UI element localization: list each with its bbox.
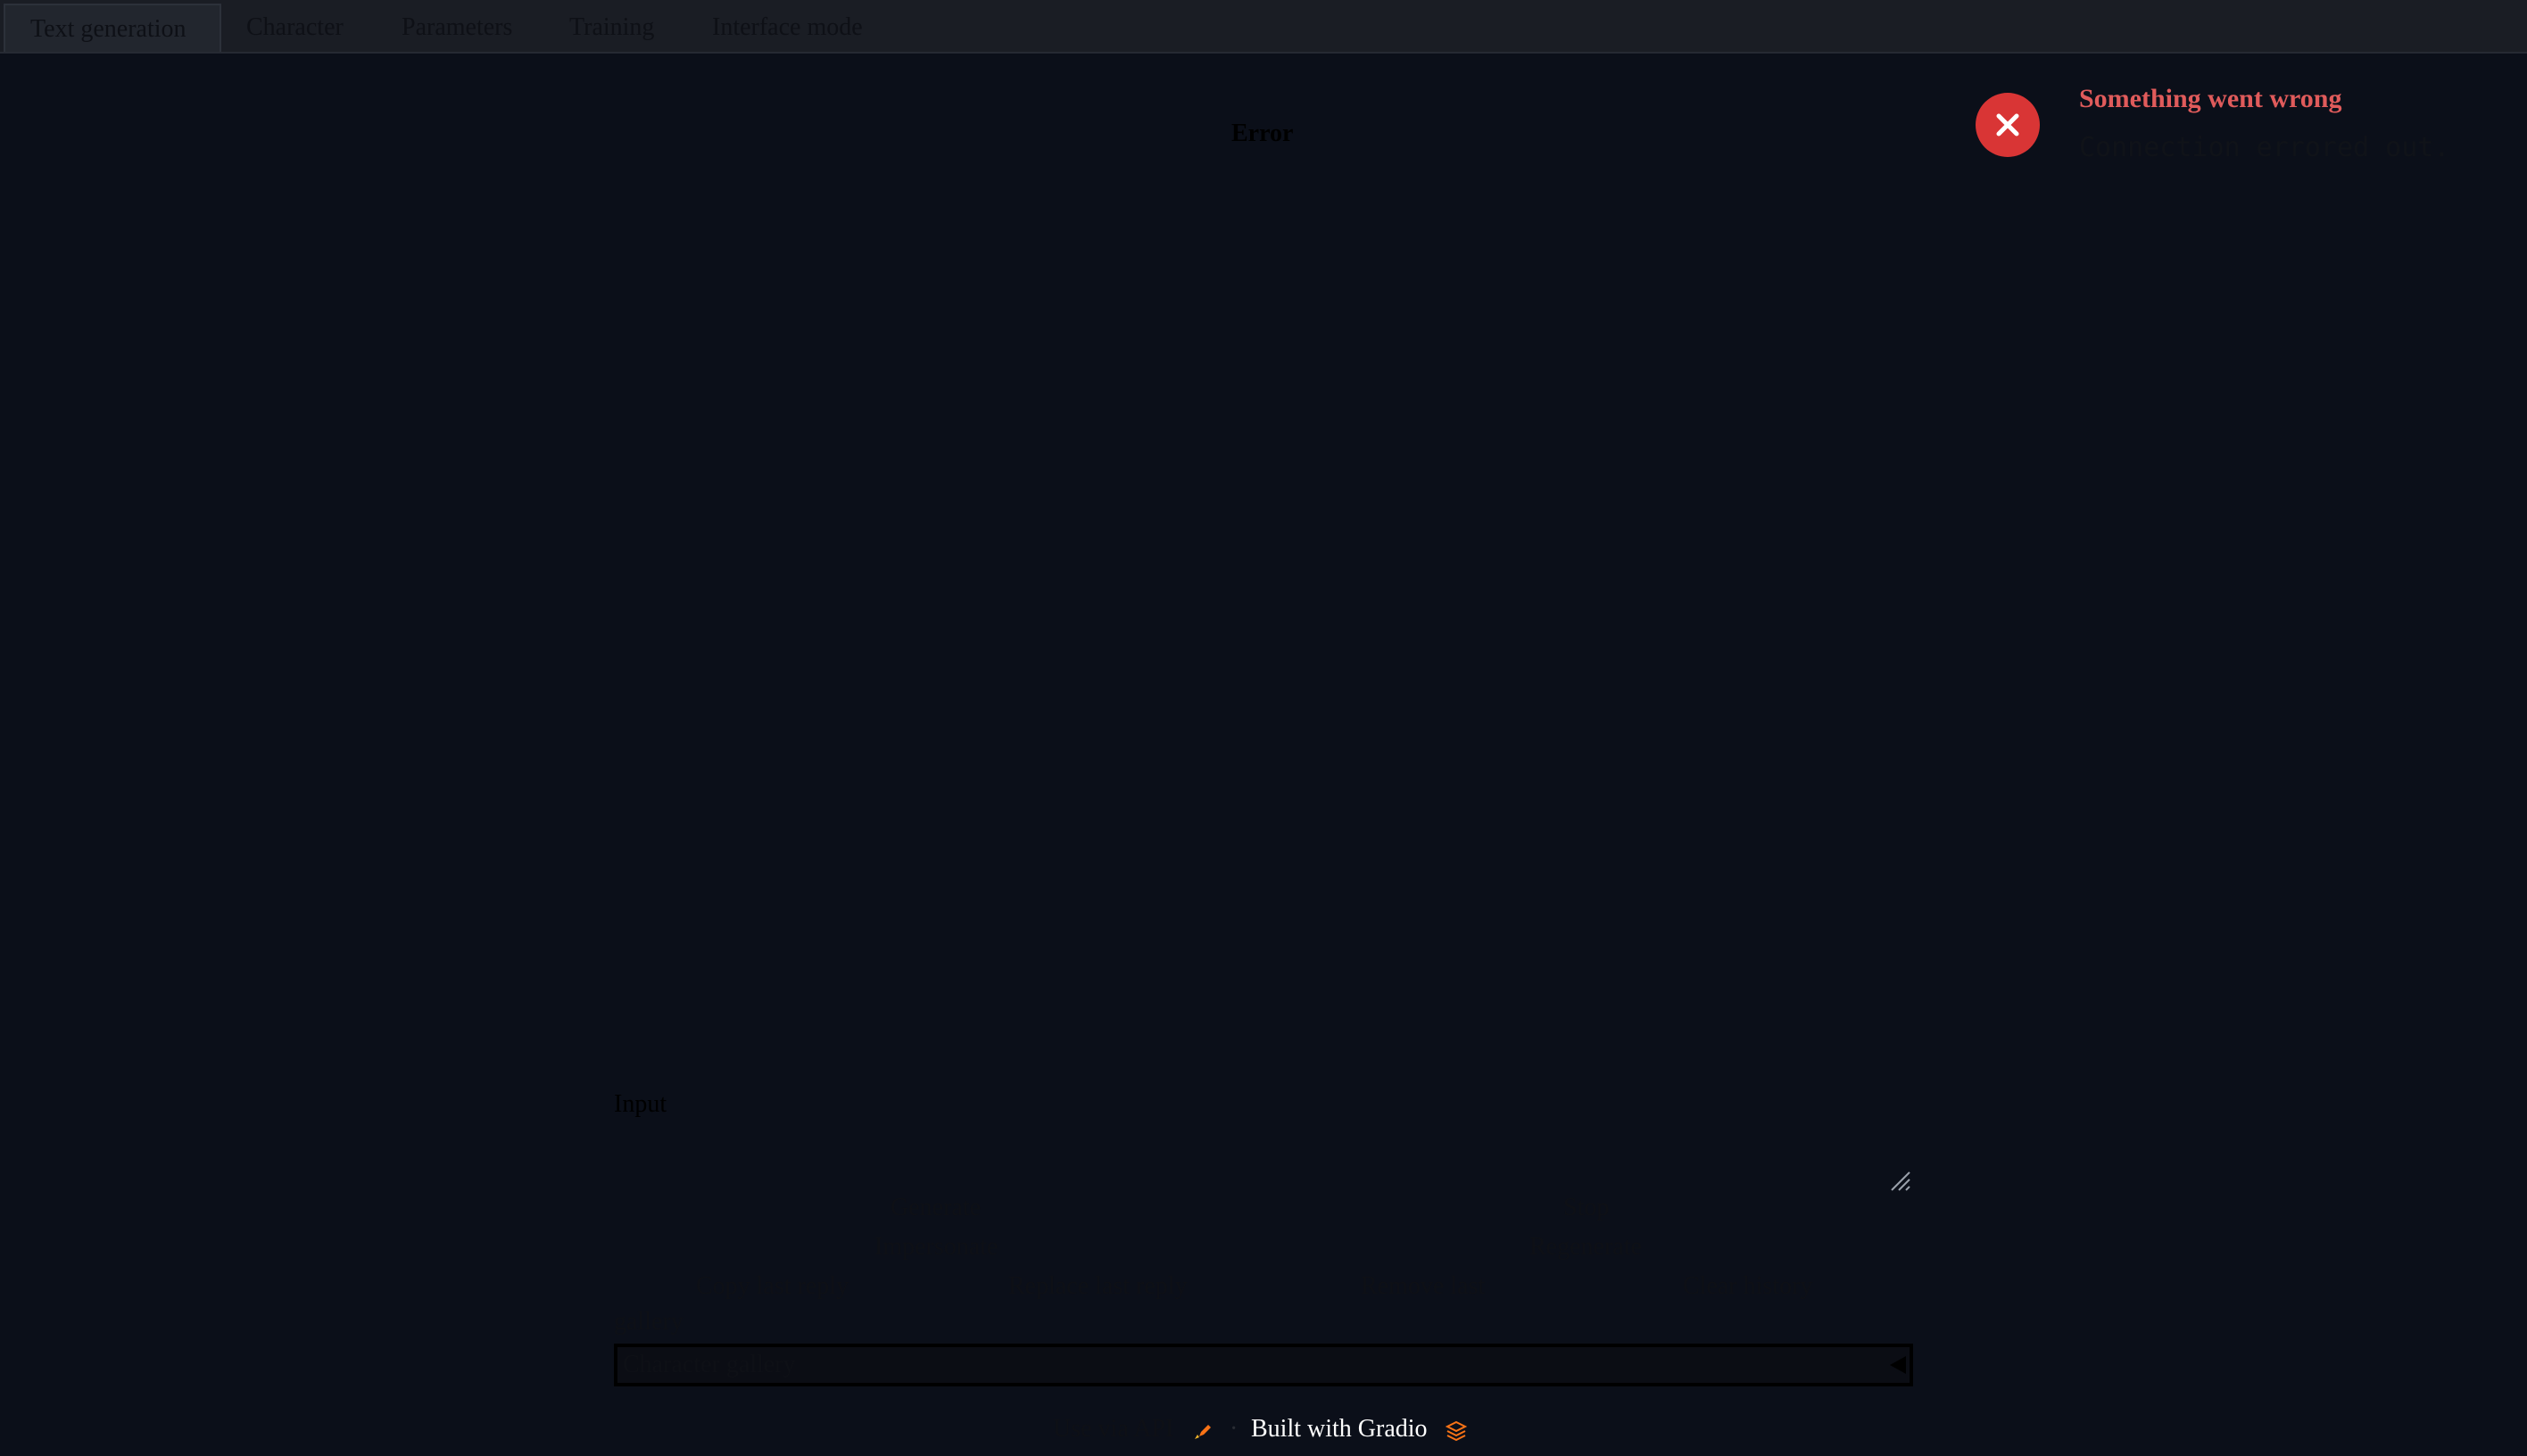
- tab-parameters[interactable]: Parameters: [377, 4, 537, 52]
- impersonate-button[interactable]: Impersonate: [874, 1233, 998, 1262]
- toast-message: Connection errored out.: [2079, 132, 2450, 163]
- tab-interface-mode[interactable]: Interface mode: [687, 4, 888, 52]
- gradio-logo-icon: [1446, 1420, 1467, 1442]
- character-gallery-accordion[interactable]: Character gallery: [614, 1344, 1913, 1386]
- copy-last-reply-button[interactable]: Copy last reply: [696, 1272, 849, 1301]
- error-close-icon[interactable]: [1976, 93, 2040, 157]
- resize-handle-icon[interactable]: [1888, 1169, 1911, 1192]
- character-gallery-label: Character gallery: [623, 1351, 796, 1378]
- tab-training[interactable]: Training: [544, 4, 679, 52]
- replace-last-reply-button[interactable]: Replace last reply: [1008, 1272, 1188, 1301]
- collapse-arrow-icon[interactable]: [1890, 1356, 1906, 1374]
- clear-history-button[interactable]: Clear history: [1683, 1272, 1812, 1301]
- regenerate-button[interactable]: Regenerate: [1529, 1233, 1642, 1262]
- tab-character[interactable]: Character: [221, 4, 369, 52]
- generate-button[interactable]: Generate: [891, 1194, 981, 1222]
- input-label: Input: [614, 1090, 667, 1118]
- remove-last-button[interactable]: Remove last: [1361, 1272, 1485, 1301]
- tab-text-generation[interactable]: Text generation: [4, 4, 221, 52]
- stop-button[interactable]: Stop: [1563, 1194, 1609, 1222]
- toast-title: Something went wrong: [2079, 84, 2342, 113]
- built-with-gradio-link[interactable]: Built with Gradio: [1251, 1415, 1428, 1444]
- chat-title: Error: [1231, 120, 1294, 147]
- rocket-icon: [1195, 1425, 1211, 1439]
- use-via-api-link[interactable]: Use via API: [1053, 1415, 1173, 1444]
- input-textarea[interactable]: [614, 1124, 1917, 1199]
- tab-bar: Text generation Character Parameters Tra…: [0, 0, 2527, 54]
- gallery-label: gallery: [614, 1308, 684, 1336]
- footer-separator: ·: [1230, 1415, 1239, 1443]
